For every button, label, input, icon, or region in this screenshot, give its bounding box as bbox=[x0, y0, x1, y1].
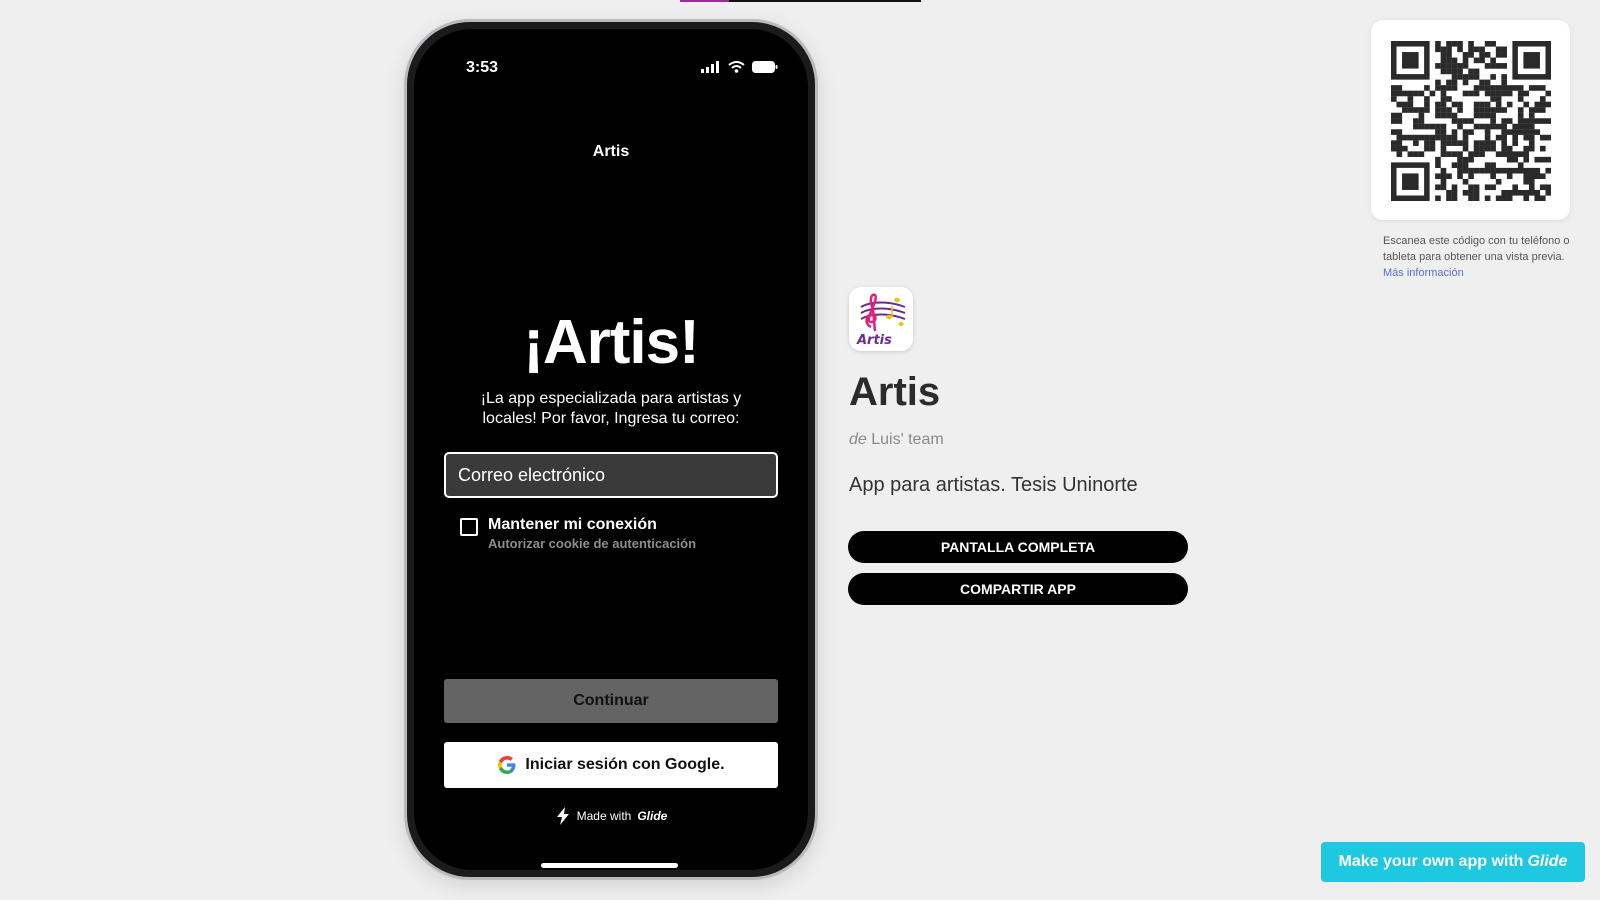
google-signin-button[interactable]: Iniciar sesión con Google. bbox=[444, 742, 778, 788]
wifi-icon bbox=[728, 61, 745, 73]
app-name: Artis bbox=[849, 370, 941, 414]
make-your-own-app-button[interactable]: Make your own app with Glide bbox=[1321, 842, 1585, 882]
byline-prefix: de bbox=[849, 431, 867, 448]
battery-icon bbox=[752, 61, 778, 73]
more-info-link[interactable]: Más información bbox=[1383, 267, 1464, 279]
cta-brand: Glide bbox=[1527, 853, 1568, 870]
qr-help-body: Escanea este código con tu teléfono o ta… bbox=[1383, 235, 1570, 263]
remember-label: Mantener mi conexión bbox=[488, 516, 657, 533]
google-signin-label: Iniciar sesión con Google. bbox=[525, 756, 725, 773]
phone-frame: 3:53 Artis ¡Artis! ¡La app especializada… bbox=[404, 19, 818, 880]
app-icon: Artis bbox=[849, 287, 913, 351]
qr-code bbox=[1391, 41, 1551, 201]
cta-prefix: Make your own app with bbox=[1338, 853, 1524, 870]
made-with-brand: Glide bbox=[637, 809, 668, 823]
top-progress-fill bbox=[680, 0, 729, 2]
made-with-prefix: Made with bbox=[576, 809, 632, 823]
byline-team: Luis' team bbox=[871, 431, 944, 448]
top-progress-bar bbox=[680, 0, 921, 2]
share-app-button[interactable]: COMPARTIR APP bbox=[848, 573, 1188, 605]
qr-code-card bbox=[1371, 20, 1570, 220]
hero-title: ¡Artis! bbox=[523, 308, 700, 377]
bolt-icon bbox=[556, 807, 569, 825]
made-with-glide[interactable]: Made with Glide bbox=[414, 807, 808, 825]
signal-icon bbox=[701, 61, 719, 73]
app-icon-text: Artis bbox=[856, 333, 892, 348]
qr-help-text: Escanea este código con tu teléfono o ta… bbox=[1383, 233, 1573, 281]
app-byline: de Luis' team bbox=[849, 431, 944, 449]
google-icon bbox=[498, 756, 516, 774]
fullscreen-button[interactable]: PANTALLA COMPLETA bbox=[848, 531, 1188, 563]
phone-screen: 3:53 Artis ¡Artis! ¡La app especializada… bbox=[414, 29, 808, 870]
status-time: 3:53 bbox=[466, 59, 499, 76]
remember-sublabel: Autorizar cookie de autenticación bbox=[488, 536, 697, 551]
email-field[interactable] bbox=[444, 452, 778, 498]
app-header-title: Artis bbox=[592, 143, 630, 160]
home-indicator bbox=[541, 863, 678, 868]
app-description: App para artistas. Tesis Uninorte bbox=[849, 474, 1138, 496]
welcome-subtitle: ¡La app especializada para artistas y lo… bbox=[480, 390, 742, 427]
continue-button[interactable]: Continuar bbox=[444, 679, 778, 723]
remember-checkbox[interactable] bbox=[460, 518, 478, 536]
remember-me-option[interactable]: Mantener mi conexión Autorizar cookie de… bbox=[460, 516, 696, 551]
status-icons bbox=[701, 61, 778, 73]
